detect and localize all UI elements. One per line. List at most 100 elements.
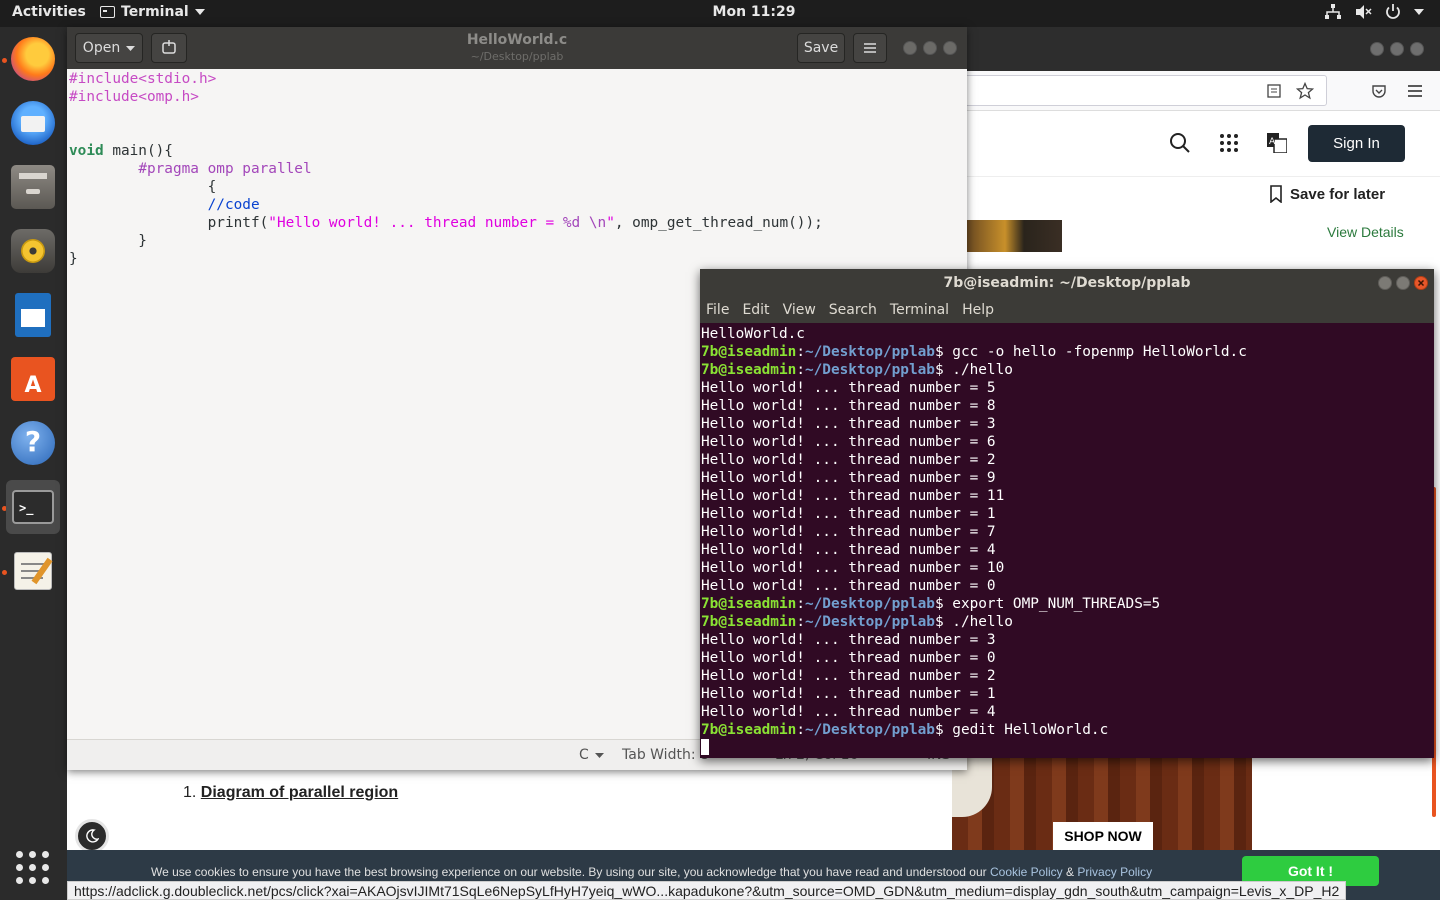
output-line: Hello world! ... thread number = 10 xyxy=(701,560,1005,576)
menu-item-view[interactable]: View xyxy=(783,298,821,323)
output-line: Hello world! ... thread number = 7 xyxy=(701,524,996,540)
language-selector[interactable]: C xyxy=(579,747,604,763)
code-token: , omp_get_thread_num()); xyxy=(614,215,823,231)
output-line: Hello world! ... thread number = 3 xyxy=(701,632,996,648)
menu-item-edit[interactable]: Edit xyxy=(742,298,774,323)
prompt-line: 7b@iseadmin:~/Desktop/pplab$ export OMP_… xyxy=(701,595,1433,613)
system-tray[interactable] xyxy=(1324,3,1424,21)
view-details-link[interactable]: View Details xyxy=(1327,224,1404,240)
terminal-menubar: File Edit View Search Terminal Help xyxy=(700,298,1434,323)
maximize-button[interactable] xyxy=(923,41,937,55)
close-button[interactable] xyxy=(943,41,957,55)
clock[interactable]: Mon 11:29 xyxy=(0,4,1440,20)
menu-item-help[interactable]: Help xyxy=(962,298,999,323)
files-icon xyxy=(11,165,55,209)
cookie-policy-link[interactable]: Cookie Policy xyxy=(990,865,1063,879)
code-line: } xyxy=(67,232,967,250)
menu-item-search[interactable]: Search xyxy=(829,298,882,323)
browser-window-controls xyxy=(1370,42,1424,56)
code-token: void xyxy=(69,143,104,159)
output-line: Hello world! ... thread number = 4 xyxy=(701,704,996,720)
prompt-user: 7b@iseadmin xyxy=(701,596,797,612)
menu-item-file[interactable]: File xyxy=(706,298,734,323)
maximize-button[interactable] xyxy=(1396,276,1410,290)
dock-item-terminal[interactable]: >_ xyxy=(6,480,60,534)
chevron-down-icon[interactable] xyxy=(1414,9,1424,15)
promo-image[interactable] xyxy=(967,220,1062,252)
list-item: 1. Diagram of parallel region xyxy=(183,784,398,802)
url-bar[interactable] xyxy=(947,75,1327,106)
search-icon[interactable] xyxy=(1169,132,1191,154)
save-button[interactable]: Save xyxy=(797,33,845,63)
tab-width-selector[interactable]: Tab Width: 8 xyxy=(622,747,709,763)
sign-in-button[interactable]: Sign In xyxy=(1308,125,1405,162)
prompt-colon: : xyxy=(796,344,805,360)
show-applications-button[interactable] xyxy=(16,851,50,885)
prompt-colon: : xyxy=(796,596,805,612)
status-url: https://adclick.g.doubleclick.net/pcs/cl… xyxy=(67,881,1347,900)
minimize-button[interactable] xyxy=(1378,276,1392,290)
terminal-window-controls xyxy=(1378,276,1428,290)
code-token: " xyxy=(606,215,615,231)
translate-icon[interactable]: A xyxy=(1267,133,1287,153)
prompt-colon: : xyxy=(796,614,805,630)
network-icon[interactable] xyxy=(1324,3,1342,21)
prompt-user: 7b@iseadmin xyxy=(701,362,797,378)
code-line: #include<omp.h> xyxy=(67,88,967,106)
close-button[interactable] xyxy=(1414,276,1428,290)
menu-button[interactable] xyxy=(853,33,887,63)
power-icon[interactable] xyxy=(1384,3,1402,21)
prompt-line: 7b@iseadmin:~/Desktop/pplab$ gcc -o hell… xyxy=(701,343,1433,361)
prompt-path: ~/Desktop/pplab xyxy=(804,344,935,360)
minimize-button[interactable] xyxy=(903,41,917,55)
volume-muted-icon[interactable] xyxy=(1354,3,1372,21)
libreoffice-writer-icon xyxy=(15,293,51,337)
terminal-title: 7b@iseadmin: ~/Desktop/pplab xyxy=(943,275,1191,291)
dock-item-writer[interactable] xyxy=(6,288,60,342)
dock-item-text-editor[interactable] xyxy=(6,544,60,598)
maximize-button[interactable] xyxy=(1390,42,1404,56)
dock: A ? >_ xyxy=(0,27,67,900)
output-line: Hello world! ... thread number = 2 xyxy=(701,452,996,468)
close-icon xyxy=(1417,279,1425,287)
code-token: #include<omp.h> xyxy=(69,89,199,105)
privacy-policy-link[interactable]: Privacy Policy xyxy=(1077,865,1152,879)
save-for-later-button[interactable]: Save for later xyxy=(1270,185,1385,203)
dock-item-software[interactable]: A xyxy=(6,352,60,406)
dock-item-firefox[interactable] xyxy=(6,32,60,86)
dark-mode-toggle[interactable] xyxy=(75,819,109,853)
minimize-button[interactable] xyxy=(1370,42,1384,56)
code-token: #include<stdio.h> xyxy=(69,71,217,87)
apps-grid-icon[interactable] xyxy=(1219,133,1239,153)
dock-item-rhythmbox[interactable] xyxy=(6,224,60,278)
code-token: } xyxy=(69,233,147,249)
bookmark-star-icon[interactable] xyxy=(1296,82,1314,100)
prompt-line xyxy=(701,739,1433,757)
code-token: //code xyxy=(207,197,260,213)
reader-view-icon[interactable] xyxy=(1266,83,1282,99)
output-line: Hello world! ... thread number = 3 xyxy=(701,416,996,432)
output-line: Hello world! ... thread number = 1 xyxy=(701,686,996,702)
dock-item-help[interactable]: ? xyxy=(6,416,60,470)
code-line: void main(){ xyxy=(67,142,967,160)
close-button[interactable] xyxy=(1410,42,1424,56)
pocket-icon[interactable] xyxy=(1371,83,1387,99)
chevron-down-icon xyxy=(594,752,604,758)
command-text: $ gcc -o hello -fopenmp HelloWorld.c xyxy=(934,344,1247,360)
menu-item-terminal[interactable]: Terminal xyxy=(890,298,954,323)
shop-now-button[interactable]: SHOP NOW xyxy=(1053,822,1153,850)
output-line: Hello world! ... thread number = 5 xyxy=(701,380,996,396)
terminal-output[interactable]: HelloWorld.c 7b@iseadmin:~/Desktop/pplab$… xyxy=(701,325,1433,758)
bookmark-icon xyxy=(1270,185,1282,203)
cookie-and: & xyxy=(1066,865,1075,879)
dock-item-files[interactable] xyxy=(6,160,60,214)
dock-item-thunderbird[interactable] xyxy=(6,96,60,150)
code-token: main(){ xyxy=(103,143,173,159)
output-line: Hello world! ... thread number = 1 xyxy=(701,506,996,522)
hamburger-menu-icon[interactable] xyxy=(1408,84,1422,98)
diagram-link[interactable]: Diagram of parallel region xyxy=(201,784,398,801)
